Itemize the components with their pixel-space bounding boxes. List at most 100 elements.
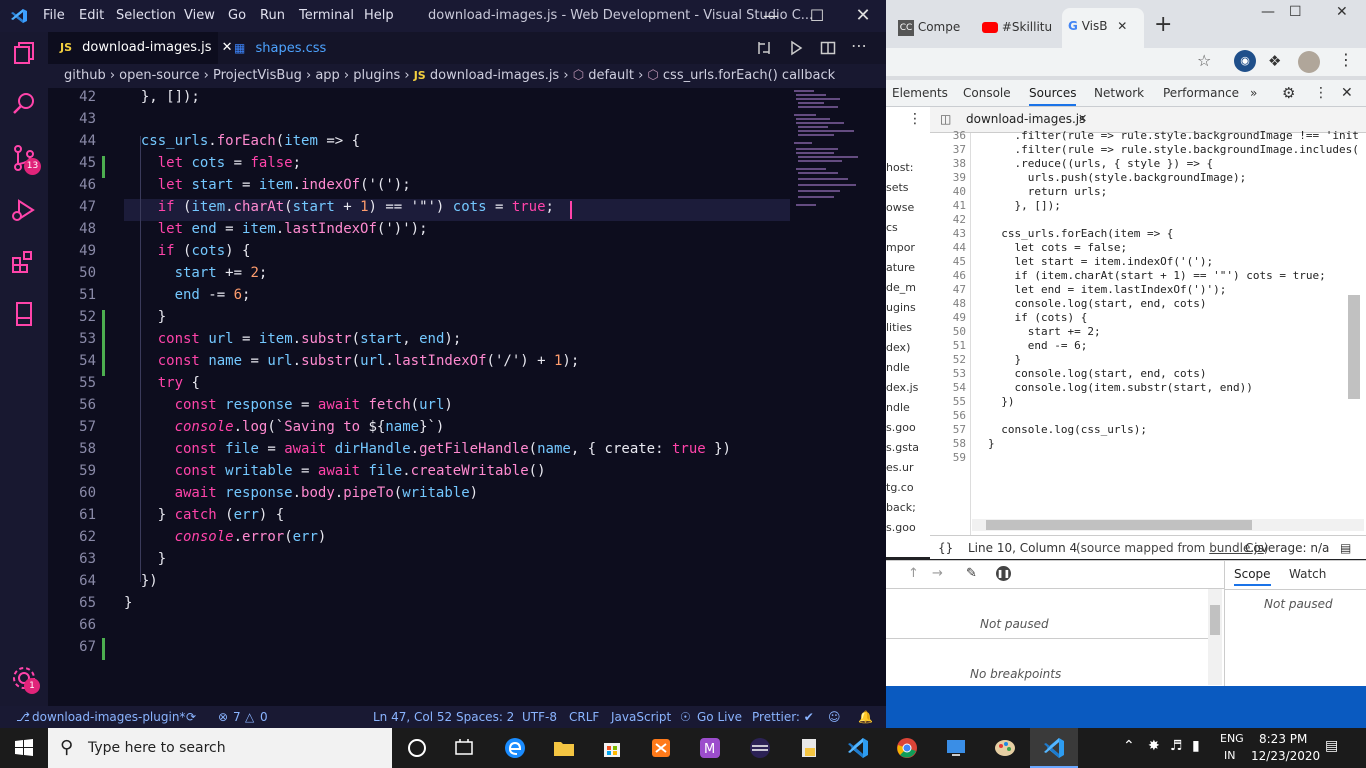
chrome-tab-compe[interactable]: CC Compe <box>898 14 972 40</box>
scrollbar-thumb[interactable] <box>986 520 1252 530</box>
navigator-item[interactable]: dex.js <box>886 381 918 394</box>
maximize-button[interactable]: ☐ <box>794 0 840 32</box>
navigator-item[interactable]: es.ur <box>886 461 914 474</box>
devtools-close-icon[interactable]: ✕ <box>1341 80 1353 107</box>
search-icon[interactable] <box>10 90 38 118</box>
menu-help[interactable]: Help <box>364 8 394 23</box>
source-line-number[interactable]: 52 <box>930 353 966 366</box>
menu-view[interactable]: View <box>184 8 215 23</box>
source-line-number[interactable]: 56 <box>930 409 966 422</box>
watch-tab[interactable]: Watch <box>1289 567 1326 581</box>
navigator-menu-icon[interactable]: ⋮ <box>908 111 922 127</box>
source-line-number[interactable]: 44 <box>930 241 966 254</box>
chrome-icon[interactable] <box>895 736 919 760</box>
source-line-number[interactable]: 48 <box>930 297 966 310</box>
split-editor-icon[interactable] <box>820 40 836 56</box>
file-app-icon[interactable] <box>797 736 821 760</box>
navigator-item[interactable]: ndle <box>886 401 910 414</box>
menu-selection[interactable]: Selection <box>116 8 176 23</box>
encoding[interactable]: UTF-8 <box>522 706 557 728</box>
source-line-number[interactable]: 38 <box>930 157 966 170</box>
scope-tab[interactable]: Scope <box>1234 567 1271 586</box>
taskbar-search-box[interactable]: ⚲ Type here to search <box>48 728 392 768</box>
devtools-tab-network[interactable]: Network <box>1094 80 1144 107</box>
source-line-number[interactable]: 47 <box>930 283 966 296</box>
line-endings[interactable]: CRLF <box>569 706 599 728</box>
navigator-item[interactable]: ndle <box>886 361 910 374</box>
horizontal-scrollbar[interactable] <box>972 519 1364 531</box>
debugger-scrollbar[interactable] <box>1208 589 1222 685</box>
toggle-navigator-icon[interactable]: ◫ <box>940 112 951 126</box>
language-mode[interactable]: JavaScript <box>611 706 671 728</box>
warning-count[interactable]: 0 <box>260 706 268 728</box>
menu-file[interactable]: File <box>43 8 65 23</box>
notification-center-icon[interactable]: ▤ <box>1325 738 1338 754</box>
new-tab-button[interactable]: + <box>1154 12 1172 37</box>
navigator-item[interactable]: mpor <box>886 241 915 254</box>
source-file-tab[interactable]: download-images.js <box>966 112 1085 126</box>
navigator-item[interactable]: owse <box>886 201 914 214</box>
app-m-icon[interactable]: M <box>698 736 722 760</box>
cursor-position[interactable]: Ln 47, Col 52 <box>373 706 452 728</box>
run-debug-icon[interactable] <box>10 196 38 224</box>
menu-run[interactable]: Run <box>260 8 285 23</box>
extensions-icon[interactable] <box>10 248 38 276</box>
notifications-bell-icon[interactable]: 🔔 <box>858 706 873 728</box>
more-tabs-icon[interactable]: » <box>1250 80 1257 107</box>
source-line-number[interactable]: 36 <box>930 129 966 142</box>
volume-icon[interactable]: ♬ <box>1170 738 1183 754</box>
navigator-item[interactable]: back; <box>886 501 916 514</box>
devtools-tab-performance[interactable]: Performance <box>1163 80 1239 107</box>
tab-close-icon[interactable]: ✕ <box>1117 19 1127 33</box>
source-line-number[interactable]: 41 <box>930 199 966 212</box>
source-line-number[interactable]: 37 <box>930 143 966 156</box>
source-line-number[interactable]: 42 <box>930 213 966 226</box>
error-count[interactable]: 7 <box>233 706 241 728</box>
feedback-icon[interactable]: ☺ <box>828 706 841 728</box>
source-line-number[interactable]: 45 <box>930 255 966 268</box>
show-hidden-icons-icon[interactable]: ⌃ <box>1123 738 1135 754</box>
source-line-number[interactable]: 50 <box>930 325 966 338</box>
devtools-tab-elements[interactable]: Elements <box>892 80 948 107</box>
chrome-tab-skillitu[interactable]: #Skillitu <box>982 14 1058 40</box>
address-bar[interactable] <box>886 50 1222 74</box>
source-line-number[interactable]: 46 <box>930 269 966 282</box>
remote-explorer-icon[interactable] <box>10 300 38 328</box>
navigator-item[interactable]: s.goo <box>886 421 916 434</box>
navigator-item[interactable]: s.goo <box>886 521 916 534</box>
go-live-button[interactable]: Go Live <box>697 706 742 728</box>
breadcrumb-projectvisbug[interactable]: ProjectVisBug <box>213 68 302 83</box>
chrome-tab-visb[interactable]: G VisB ✕ <box>1062 8 1144 48</box>
paint-icon[interactable] <box>993 736 1017 760</box>
navigator-item[interactable]: tg.co <box>886 481 914 494</box>
store-icon[interactable] <box>600 736 624 760</box>
navigator-item[interactable]: cs <box>886 221 898 234</box>
source-line-number[interactable]: 40 <box>930 185 966 198</box>
maximize-button[interactable]: ☐ <box>1289 4 1302 20</box>
indentation[interactable]: Spaces: 2 <box>456 706 514 728</box>
devtools-tab-sources[interactable]: Sources <box>1029 80 1077 106</box>
cortana-icon[interactable] <box>405 736 429 760</box>
close-button[interactable]: ✕ <box>840 0 886 32</box>
scrollbar-thumb[interactable] <box>1210 605 1220 635</box>
source-line-number[interactable]: 49 <box>930 311 966 324</box>
eclipse-icon[interactable] <box>748 736 772 760</box>
minimap[interactable] <box>790 88 862 228</box>
minimize-button[interactable]: — <box>748 0 794 32</box>
navigator-item[interactable]: s.gsta <box>886 441 919 454</box>
file-explorer-icon[interactable] <box>552 736 576 760</box>
close-button[interactable]: ✕ <box>1336 4 1348 20</box>
extensions-puzzle-icon[interactable]: ❖ <box>1268 52 1281 70</box>
source-line-number[interactable]: 54 <box>930 381 966 394</box>
breadcrumb-github[interactable]: github <box>64 68 106 83</box>
devtools-tab-console[interactable]: Console <box>963 80 1011 107</box>
deactivate-breakpoints-icon[interactable]: ✎ <box>966 566 977 581</box>
tab-download-images[interactable]: JS download-images.js ✕ <box>48 32 233 64</box>
battery-icon[interactable]: ▮ <box>1192 738 1200 754</box>
navigator-item[interactable]: dex) <box>886 341 910 354</box>
clock-date[interactable]: 12/23/2020 <box>1251 749 1320 763</box>
breadcrumb-app[interactable]: app <box>315 68 339 83</box>
explorer-icon[interactable] <box>10 40 38 68</box>
minimize-button[interactable]: — <box>1261 4 1275 20</box>
app-orange-icon[interactable] <box>649 736 673 760</box>
